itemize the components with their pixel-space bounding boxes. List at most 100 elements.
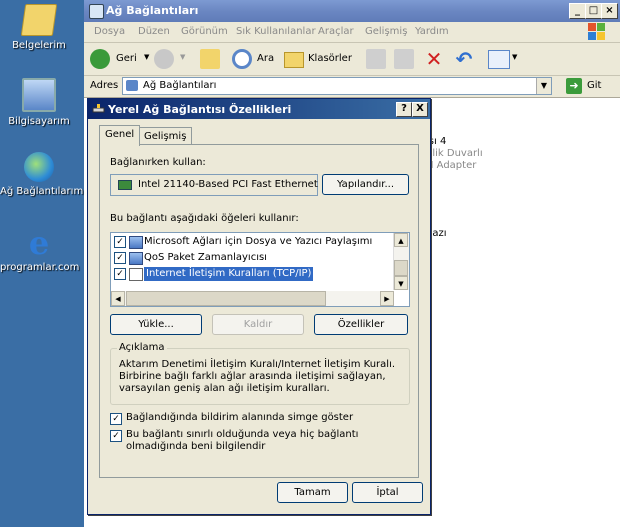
uninstall-button: Kaldır bbox=[212, 314, 304, 335]
file-printer-sharing-icon bbox=[129, 236, 143, 249]
items-label: Bu bağlantı aşağıdaki öğeleri kullanır: bbox=[110, 213, 299, 224]
scroll-down-icon[interactable]: ▼ bbox=[394, 276, 408, 290]
item-label: Microsoft Ağları için Dosya ve Yazıcı Pa… bbox=[144, 236, 373, 247]
item-checkbox[interactable]: ✓ bbox=[114, 252, 126, 264]
explorer-titlebar: Ağ Bağlantıları _ □ × bbox=[84, 0, 620, 22]
description-group: Açıklama Aktarım Denetimi İletişim Kural… bbox=[110, 342, 410, 405]
toolbar: Geri ▼ ▼ Ara Klasörler ✕ ↶ ▼ bbox=[84, 43, 620, 76]
desktop-icon-internet-explorer[interactable]: e programlar.com bbox=[0, 227, 80, 273]
go-label: Git bbox=[587, 80, 602, 91]
item-checkbox[interactable]: ✓ bbox=[114, 236, 126, 248]
desktop-icon-label: Bilgisayarım bbox=[8, 116, 70, 127]
desktop-icon-my-computer[interactable]: Bilgisayarım bbox=[0, 78, 78, 127]
network-connection-icon bbox=[92, 103, 105, 115]
properties-button[interactable]: Özellikler bbox=[314, 314, 408, 335]
back-label: Geri bbox=[116, 53, 137, 64]
properties-dialog: Yerel Ağ Bağlantısı Özellikleri ? X Gene… bbox=[87, 98, 431, 515]
scroll-right-icon[interactable]: ▶ bbox=[380, 291, 394, 306]
item-label: QoS Paket Zamanlayıcısı bbox=[144, 252, 267, 263]
windows-logo-icon bbox=[588, 23, 606, 41]
menu-tools[interactable]: Araçlar bbox=[318, 26, 354, 37]
horizontal-scrollbar[interactable]: ◀ ▶ bbox=[111, 291, 394, 306]
protocol-icon bbox=[129, 268, 143, 281]
item-checkbox[interactable]: ✓ bbox=[114, 268, 126, 280]
network-folder-icon bbox=[89, 4, 104, 19]
description-legend: Açıklama bbox=[117, 342, 167, 353]
explorer-title: Ağ Bağlantıları bbox=[106, 4, 199, 17]
desktop-icon-label: programlar.com bbox=[0, 262, 80, 273]
scroll-thumb[interactable] bbox=[394, 260, 408, 276]
list-item[interactable]: ✓ Internet İletişim Kuralları (TCP/IP) bbox=[114, 266, 392, 282]
address-label: Adres bbox=[90, 80, 119, 91]
address-dropdown-icon[interactable]: ▼ bbox=[536, 78, 551, 94]
minimize-button[interactable]: _ bbox=[569, 3, 586, 19]
menu-help[interactable]: Yardım bbox=[415, 26, 449, 37]
desktop-icon-label: Belgelerim bbox=[12, 40, 66, 51]
dialog-title: Yerel Ağ Bağlantısı Özellikleri bbox=[108, 103, 292, 116]
menu-advanced[interactable]: Gelişmiş bbox=[365, 26, 407, 37]
network-folder-icon bbox=[126, 80, 138, 91]
connect-using-label: Bağlanırken kullan: bbox=[110, 157, 206, 168]
adapter-name: Intel 21140-Based PCI Fast Ethernet bbox=[138, 179, 318, 190]
network-adapter-icon bbox=[118, 180, 132, 190]
address-value: Ağ Bağlantıları bbox=[143, 80, 217, 91]
scroll-left-icon[interactable]: ◀ bbox=[111, 291, 125, 306]
menu-edit[interactable]: Düzen bbox=[138, 26, 170, 37]
configure-button[interactable]: Yapılandır... bbox=[322, 174, 409, 195]
menu-view[interactable]: Görünüm bbox=[181, 26, 228, 37]
components-list[interactable]: ✓ Microsoft Ağları için Dosya ve Yazıcı … bbox=[110, 232, 410, 307]
install-button[interactable]: Yükle... bbox=[110, 314, 202, 335]
scroll-up-icon[interactable]: ▲ bbox=[394, 233, 408, 247]
delete-icon[interactable]: ✕ bbox=[424, 49, 444, 69]
scroll-thumb[interactable] bbox=[126, 291, 326, 306]
help-button[interactable]: ? bbox=[396, 102, 412, 117]
go-arrow-icon: ➜ bbox=[566, 78, 582, 94]
forward-button[interactable]: ▼ bbox=[154, 49, 190, 69]
menu-file[interactable]: Dosya bbox=[94, 26, 125, 37]
views-icon bbox=[488, 50, 510, 69]
tab-general[interactable]: Genel bbox=[99, 125, 141, 146]
close-button[interactable]: × bbox=[601, 3, 618, 19]
list-item[interactable]: ✓ QoS Paket Zamanlayıcısı bbox=[114, 251, 392, 265]
views-dropdown-icon: ▼ bbox=[512, 53, 518, 61]
qos-scheduler-icon bbox=[129, 252, 143, 265]
my-computer-icon bbox=[22, 78, 56, 112]
forward-arrow-icon bbox=[154, 49, 174, 69]
up-folder-icon[interactable] bbox=[200, 49, 220, 69]
address-bar: Adres Ağ Bağlantıları ▼ ➜ Git bbox=[84, 76, 620, 96]
desktop-icon-network[interactable]: Ağ Bağlantılarım bbox=[0, 152, 84, 197]
network-connections-icon bbox=[24, 152, 54, 182]
views-button[interactable]: ▼ bbox=[488, 49, 520, 69]
show-icon-checkbox[interactable]: ✓ bbox=[110, 413, 122, 425]
background-connection-device: N Adapter bbox=[426, 160, 477, 171]
move-to-icon[interactable] bbox=[366, 49, 386, 69]
tab-advanced[interactable]: Gelişmiş bbox=[138, 127, 193, 145]
menu-bar: Dosya Düzen Görünüm Sık Kullanılanlar Ar… bbox=[84, 22, 620, 43]
general-panel: Bağlanırken kullan: Intel 21140-Based PC… bbox=[99, 144, 419, 478]
back-button[interactable]: Geri ▼ bbox=[90, 49, 150, 69]
folders-button[interactable]: Klasörler bbox=[284, 49, 356, 69]
adapter-box: Intel 21140-Based PCI Fast Ethernet bbox=[110, 174, 318, 196]
folders-label: Klasörler bbox=[308, 53, 352, 64]
desktop-icon-my-documents[interactable]: Belgelerim bbox=[0, 4, 78, 51]
back-arrow-icon bbox=[90, 49, 110, 69]
list-item[interactable]: ✓ Microsoft Ağları için Dosya ve Yazıcı … bbox=[114, 235, 392, 249]
desktop-icon-label: Ağ Bağlantılarım bbox=[0, 186, 84, 197]
copy-to-icon[interactable] bbox=[394, 49, 414, 69]
maximize-button[interactable]: □ bbox=[585, 3, 602, 19]
notify-checkbox[interactable]: ✓ bbox=[110, 430, 122, 442]
description-text: Aktarım Denetimi İletişim Kuralı/Interne… bbox=[119, 359, 396, 394]
dialog-close-button[interactable]: X bbox=[412, 102, 428, 117]
undo-icon[interactable]: ↶ bbox=[454, 49, 474, 69]
dialog-titlebar: Yerel Ağ Bağlantısı Özellikleri ? X bbox=[88, 99, 430, 119]
vertical-scrollbar[interactable]: ▲ ▼ bbox=[393, 233, 409, 290]
show-icon-label: Bağlandığında bildirim alanında simge gö… bbox=[126, 412, 354, 423]
forward-dropdown-icon: ▼ bbox=[180, 53, 186, 61]
search-button[interactable]: Ara bbox=[232, 49, 280, 69]
item-label-selected: Internet İletişim Kuralları (TCP/IP) bbox=[142, 266, 315, 282]
cancel-button[interactable]: İptal bbox=[352, 482, 423, 503]
address-field[interactable]: Ağ Bağlantıları ▼ bbox=[122, 77, 552, 95]
my-documents-icon bbox=[20, 4, 58, 36]
menu-favorites[interactable]: Sık Kullanılanlar bbox=[236, 26, 316, 37]
ok-button[interactable]: Tamam bbox=[277, 482, 348, 503]
